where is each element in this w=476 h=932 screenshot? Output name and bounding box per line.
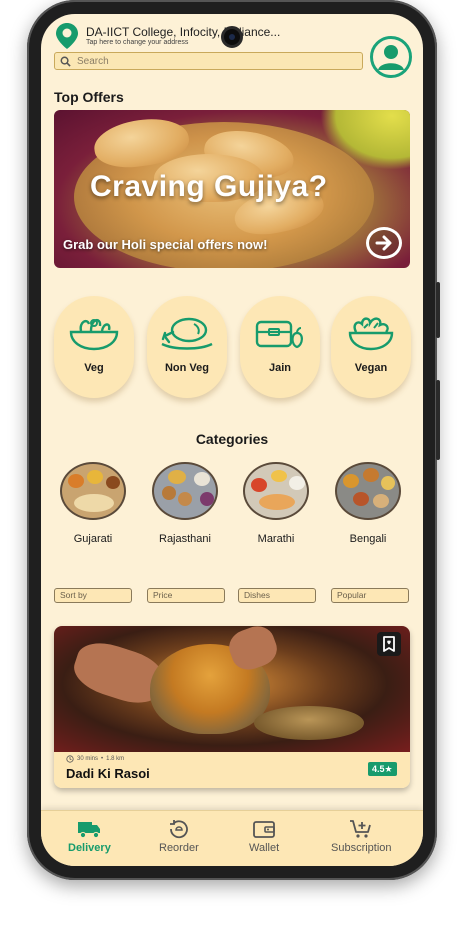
restaurant-name: Dadi Ki Rasoi: [66, 766, 150, 781]
category-label: Bengali: [349, 533, 387, 545]
diet-option-non-veg[interactable]: Non Veg: [147, 296, 227, 398]
banner-heading: Craving Gujiya?: [90, 170, 328, 203]
category-marathi[interactable]: Marathi: [241, 462, 311, 545]
diet-option-label: Non Veg: [164, 362, 209, 374]
power-button: [436, 380, 440, 460]
delivery-time: 30 mins: [77, 756, 99, 762]
volume-button: [436, 282, 440, 338]
clock-icon: [66, 755, 74, 763]
banner-subtext: Grab our Holi special offers now!: [63, 237, 268, 252]
delivery-truck-icon: [78, 822, 101, 839]
category-label: Marathi: [257, 533, 295, 545]
diet-option-label: Vegan: [354, 362, 388, 374]
marathi-thali-image: [243, 462, 309, 520]
nav-reorder[interactable]: Reorder: [159, 819, 199, 854]
nav-label: Subscription: [331, 842, 392, 854]
change-address-hint[interactable]: Tap here to change your address: [86, 39, 188, 46]
restaurant-photo: [54, 626, 410, 754]
app-screen: DA-IICT College, Infocity, Reliance... T…: [41, 14, 423, 866]
location-pin-icon[interactable]: [55, 22, 79, 50]
category-gujarati[interactable]: Gujarati: [58, 462, 128, 545]
diet-option-label: Jain: [268, 362, 291, 374]
bengali-thali-image: [335, 462, 401, 520]
chicken-leg-icon: [161, 317, 213, 350]
top-offers-title: Top Offers: [54, 89, 124, 105]
nav-wallet[interactable]: Wallet: [249, 819, 279, 854]
filter-price[interactable]: Price: [147, 588, 225, 603]
category-rajasthani[interactable]: Rajasthani: [150, 462, 220, 545]
gujarati-thali-image: [60, 462, 126, 520]
categories-title: Categories: [195, 431, 269, 447]
category-bengali[interactable]: Bengali: [333, 462, 403, 545]
bookmark-heart-icon[interactable]: [377, 632, 401, 656]
meta-separator: •: [101, 756, 104, 762]
delivery-distance: 1.8 km: [106, 756, 125, 762]
arrow-right-circle-icon[interactable]: [366, 227, 402, 259]
restaurant-card[interactable]: 30 mins • 1.8 km Dadi Ki Rasoi 4.5★: [54, 626, 410, 788]
search-input[interactable]: Search: [54, 52, 363, 70]
reorder-icon: [169, 820, 188, 839]
wallet-icon: [253, 821, 275, 838]
lunchbox-apple-icon: [255, 320, 303, 349]
filter-popular[interactable]: Popular: [331, 588, 409, 603]
offer-banner[interactable]: Craving Gujiya? Grab our Holi special of…: [54, 110, 410, 268]
nav-label: Reorder: [159, 842, 199, 854]
diet-option-vegan[interactable]: Vegan: [331, 296, 411, 398]
category-label: Rajasthani: [159, 533, 211, 545]
diet-option-label: Veg: [84, 362, 104, 374]
nav-subscription[interactable]: Subscription: [331, 819, 392, 854]
delivery-address[interactable]: DA-IICT College, Infocity, Reliance...: [86, 25, 280, 39]
filter-sort-by[interactable]: Sort by: [54, 588, 132, 603]
category-label: Gujarati: [73, 533, 113, 545]
vegan-bowl-icon: [348, 317, 394, 351]
rajasthani-thali-image: [152, 462, 218, 520]
search-placeholder: Search: [77, 55, 109, 67]
user-avatar-icon[interactable]: [370, 36, 412, 78]
rating-badge: 4.5★: [368, 762, 397, 776]
restaurant-info: 30 mins • 1.8 km Dadi Ki Rasoi 4.5★: [54, 752, 410, 788]
nav-label: Wallet: [249, 842, 280, 854]
bottom-navigation: Delivery Reorder Wallet Subscription: [41, 810, 423, 866]
nav-delivery[interactable]: Delivery: [68, 819, 111, 854]
filter-dishes[interactable]: Dishes: [238, 588, 316, 603]
delivery-meta: 30 mins • 1.8 km: [66, 755, 124, 763]
diet-option-veg[interactable]: Veg: [54, 296, 134, 398]
salad-bowl-icon: [69, 318, 119, 351]
cart-plus-icon: [350, 820, 372, 838]
diet-option-jain[interactable]: Jain: [240, 296, 320, 398]
search-icon: [60, 56, 71, 67]
front-camera: [221, 26, 243, 48]
nav-label: Delivery: [68, 842, 111, 854]
brass-lid-image: [254, 706, 364, 740]
